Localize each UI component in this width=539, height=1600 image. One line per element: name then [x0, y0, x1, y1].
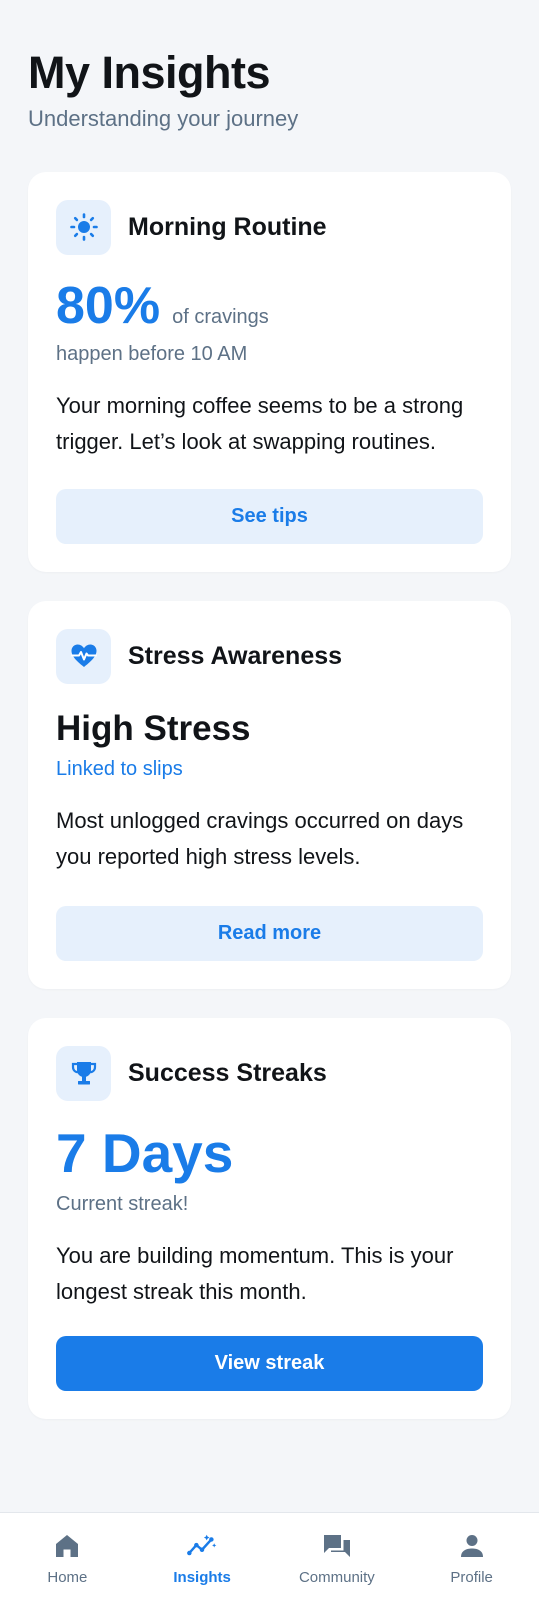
metric-caption: Current streak!	[56, 1193, 189, 1215]
insights-icon	[187, 1531, 217, 1561]
card-title: Morning Routine	[128, 212, 327, 241]
metric-unit: of cravings	[172, 306, 269, 328]
metric-row: 80% of cravings	[56, 278, 483, 334]
heart-pulse-icon	[56, 628, 111, 684]
sun-icon	[56, 199, 111, 255]
card-header: Morning Routine	[56, 199, 483, 255]
nav-item-community[interactable]: Community	[270, 1513, 405, 1600]
metric-caption: Linked to slips	[56, 758, 183, 780]
metric-value: 7 Days	[56, 1122, 234, 1184]
metric-caption: happen before 10 AM	[56, 343, 248, 365]
nav-label: Insights	[173, 1569, 231, 1586]
page-header: My Insights Understanding your journey	[28, 44, 298, 134]
chat-icon	[322, 1531, 352, 1561]
card-header: Stress Awareness	[56, 628, 483, 684]
metric-value: 80%	[56, 277, 161, 335]
nav-item-profile[interactable]: Profile	[404, 1513, 539, 1600]
view-streak-button[interactable]: View streak	[56, 1336, 483, 1391]
card-description: Most unlogged cravings occurred on days …	[56, 808, 464, 869]
trophy-icon	[56, 1045, 111, 1101]
insight-card-morning-routine: Morning Routine 80% of cravings happen b…	[28, 172, 511, 572]
insight-card-stress-awareness: Stress Awareness High Stress Linked to s…	[28, 601, 511, 989]
person-icon	[457, 1531, 487, 1561]
card-header: Success Streaks	[56, 1045, 483, 1101]
card-title: Success Streaks	[128, 1058, 327, 1087]
metric-value: High Stress	[56, 709, 251, 748]
nav-item-home[interactable]: Home	[0, 1513, 135, 1600]
home-icon	[52, 1531, 82, 1561]
page-title: My Insights	[28, 47, 271, 98]
card-title: Stress Awareness	[128, 641, 343, 670]
nav-label: Profile	[450, 1569, 493, 1586]
see-tips-button[interactable]: See tips	[56, 489, 483, 544]
insight-card-success-streaks: Success Streaks 7 Days Current streak! Y…	[28, 1018, 511, 1419]
nav-item-insights[interactable]: Insights	[135, 1513, 270, 1600]
card-description: You are building momentum. This is your …	[56, 1243, 454, 1304]
read-more-button[interactable]: Read more	[56, 906, 483, 961]
card-description: Your morning coffee seems to be a strong…	[56, 393, 464, 454]
page-subtitle: Understanding your journey	[28, 106, 299, 131]
nav-label: Community	[298, 1569, 375, 1586]
bottom-nav: Home Insights Community Profile	[0, 1512, 539, 1600]
insights-screen: My Insights Understanding your journey M…	[0, 0, 539, 1600]
nav-label: Home	[47, 1569, 88, 1586]
